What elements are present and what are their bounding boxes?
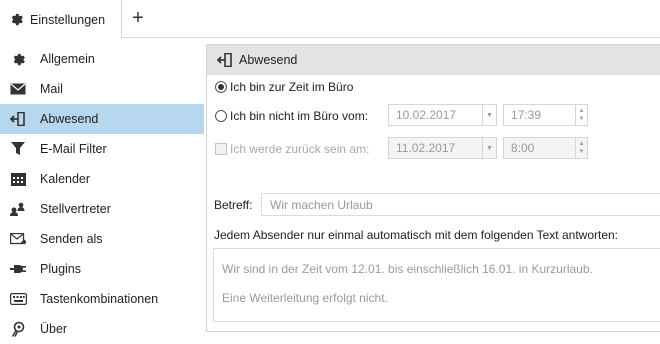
panel-header: Abwesend bbox=[207, 45, 660, 75]
subject-label: Betreff: bbox=[214, 198, 253, 212]
return-time-value: 8:00 bbox=[511, 141, 535, 155]
plug-icon bbox=[9, 261, 27, 277]
out-date-value: 10.02.2017 bbox=[396, 108, 457, 122]
sidebar-item-stellvertreter[interactable]: Stellvertreter bbox=[0, 194, 204, 224]
radio-in-office-label: Ich bin zur Zeit im Büro bbox=[230, 80, 354, 94]
sidebar-item-kalender[interactable]: Kalender bbox=[0, 164, 204, 194]
calendar-icon bbox=[9, 171, 27, 187]
radio-out-office[interactable] bbox=[215, 110, 227, 122]
reply-line: Eine Weiterleitung erfolgt nicht. bbox=[222, 291, 388, 305]
radio-in-office-row[interactable]: Ich bin zur Zeit im Büro bbox=[215, 80, 353, 94]
envelope-icon bbox=[9, 81, 27, 97]
sidebar-item-abwesend[interactable]: Abwesend bbox=[0, 104, 204, 134]
reply-label: Jedem Absender nur einmal automatisch mi… bbox=[214, 228, 619, 242]
sidebar-item-tastenkombinationen[interactable]: Tastenkombinationen bbox=[0, 284, 204, 314]
gear-icon bbox=[9, 51, 27, 67]
sidebar-item-senden-als[interactable]: Senden als bbox=[0, 224, 204, 254]
keyboard-icon bbox=[9, 291, 27, 307]
sidebar-item-label: Senden als bbox=[40, 232, 103, 246]
sidebar-item-plugins[interactable]: Plugins bbox=[0, 254, 204, 284]
tab-label: Einstellungen bbox=[30, 12, 106, 27]
spinner-icon[interactable]: ▲ ▼ bbox=[575, 138, 587, 158]
filter-icon bbox=[9, 141, 27, 157]
tab-strip: Einstellungen + bbox=[0, 0, 660, 39]
door-exit-icon bbox=[217, 53, 233, 67]
subject-input[interactable]: Wir machen Urlaub bbox=[261, 193, 660, 216]
return-date-field[interactable]: 11.02.2017 ▼ bbox=[388, 137, 497, 159]
radio-in-office[interactable] bbox=[215, 81, 227, 93]
door-exit-icon bbox=[9, 111, 27, 127]
sidebar-item-label: Plugins bbox=[40, 262, 81, 276]
sidebar-item-label: E-Mail Filter bbox=[40, 142, 107, 156]
gear-icon bbox=[10, 13, 23, 26]
return-checkbox-row[interactable]: Ich werde zurück sein am: bbox=[215, 142, 369, 156]
add-tab-button[interactable]: + bbox=[128, 8, 148, 30]
info-badge-icon bbox=[9, 321, 27, 337]
panel-title: Abwesend bbox=[239, 53, 298, 67]
sidebar-item-label: Tastenkombinationen bbox=[40, 292, 159, 306]
sidebar-item-allgemein[interactable]: Allgemein bbox=[0, 44, 204, 74]
settings-sidebar: Allgemein Mail Abwesend E-Mail Filter Ka… bbox=[0, 44, 204, 344]
envelope-send-icon bbox=[9, 231, 27, 247]
people-icon bbox=[9, 201, 27, 217]
reply-textarea[interactable]: Wir sind in der Zeit vom 12.01. bis eins… bbox=[213, 248, 660, 322]
radio-out-office-row[interactable]: Ich bin nicht im Büro vom: bbox=[215, 109, 368, 123]
return-date-value: 11.02.2017 bbox=[396, 141, 456, 155]
return-time-field[interactable]: 8:00 ▲ ▼ bbox=[503, 137, 588, 159]
tab-einstellungen[interactable]: Einstellungen bbox=[0, 0, 122, 39]
out-time-field[interactable]: 17:39 ▲ ▼ bbox=[503, 104, 588, 126]
chevron-down-icon[interactable]: ▼ bbox=[482, 105, 496, 125]
return-label: Ich werde zurück sein am: bbox=[230, 142, 370, 156]
out-date-field[interactable]: 10.02.2017 ▼ bbox=[388, 104, 497, 126]
radio-out-office-label: Ich bin nicht im Büro vom: bbox=[230, 109, 369, 123]
sidebar-item-mail[interactable]: Mail bbox=[0, 74, 204, 104]
sidebar-item-label: Mail bbox=[40, 82, 63, 96]
sidebar-item-label: Kalender bbox=[40, 172, 91, 186]
return-checkbox[interactable] bbox=[215, 143, 227, 155]
subject-placeholder: Wir machen Urlaub bbox=[270, 197, 373, 212]
reply-line: Wir sind in der Zeit vom 12.01. bis eins… bbox=[222, 262, 593, 276]
out-time-value: 17:39 bbox=[511, 108, 542, 122]
sidebar-item-ueber[interactable]: Über bbox=[0, 314, 204, 344]
sidebar-item-label: Allgemein bbox=[40, 52, 95, 66]
sidebar-item-label: Über bbox=[40, 322, 68, 336]
chevron-down-icon[interactable]: ▼ bbox=[482, 138, 496, 158]
sidebar-item-email-filter[interactable]: E-Mail Filter bbox=[0, 134, 204, 164]
spinner-icon[interactable]: ▲ ▼ bbox=[575, 105, 587, 125]
sidebar-item-label: Stellvertreter bbox=[40, 202, 111, 216]
sidebar-item-label: Abwesend bbox=[40, 112, 99, 126]
